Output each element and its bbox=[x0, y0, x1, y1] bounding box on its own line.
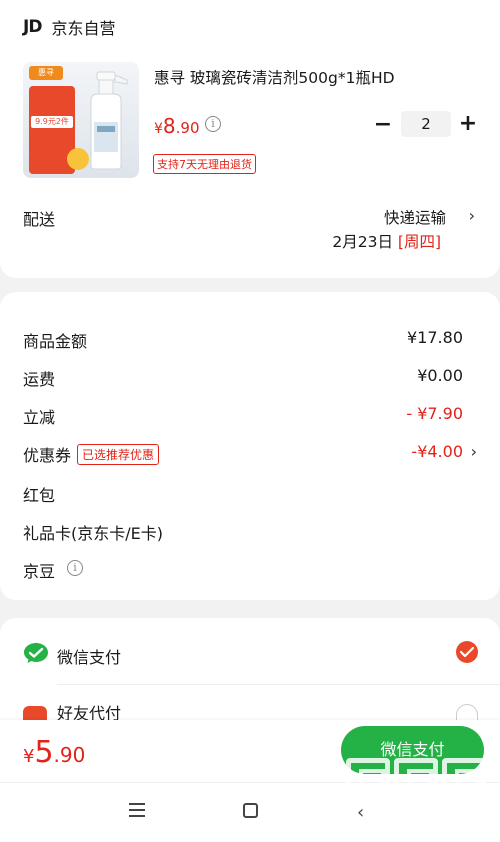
brand-logo: 惠寻 bbox=[29, 66, 63, 80]
product-card: JD 京东自营 惠寻 9.9元2件 惠寻 玻璃瓷砖清洁剂500g*1瓶HD ¥8… bbox=[0, 0, 500, 278]
summary-label-coupon: 优惠券 bbox=[23, 446, 72, 465]
order-total: ¥5.90 bbox=[23, 735, 86, 770]
summary-label-freight: 运费 bbox=[23, 370, 56, 389]
product-title[interactable]: 惠寻 玻璃瓷砖清洁剂500g*1瓶HD bbox=[154, 66, 395, 88]
quantity-increase-button[interactable]: + bbox=[458, 111, 478, 136]
payment-divider bbox=[57, 684, 500, 685]
summary-value-discount: - ¥7.90 bbox=[406, 404, 463, 423]
coupon-badge: 已选推荐优惠 bbox=[77, 444, 160, 465]
spray-bottle-image bbox=[90, 71, 128, 170]
jd-logo: JD bbox=[23, 17, 42, 37]
price-info-icon[interactable]: i bbox=[205, 116, 221, 132]
summary-label-redpacket[interactable]: 红包 bbox=[23, 482, 55, 506]
watermark: zhizhizhi.com bbox=[346, 758, 496, 830]
summary-value-freight: ¥0.00 bbox=[417, 366, 463, 385]
wechat-pay-icon bbox=[24, 643, 48, 663]
menu-icon[interactable] bbox=[129, 803, 145, 817]
promo-text: 9.9元2件 bbox=[31, 116, 73, 128]
summary-label-goods: 商品金额 bbox=[23, 332, 88, 351]
quantity-decrease-button[interactable]: − bbox=[373, 112, 393, 137]
shipping-chevron-icon[interactable]: › bbox=[469, 206, 475, 225]
product-thumbnail[interactable]: 惠寻 9.9元2件 bbox=[23, 62, 139, 178]
payment-option-friend[interactable]: 好友代付 bbox=[57, 700, 121, 720]
wechat-selected-check-icon[interactable] bbox=[456, 641, 478, 663]
shop-header[interactable]: JD 京东自营 bbox=[23, 15, 115, 39]
friend-pay-icon bbox=[23, 706, 47, 720]
summary-value-goods: ¥17.80 bbox=[407, 328, 463, 347]
payment-option-wechat[interactable]: 微信支付 bbox=[57, 644, 121, 668]
watermark-text: zhizhizhi.com bbox=[348, 814, 456, 830]
lemon-image bbox=[67, 148, 89, 170]
summary-label-giftcard[interactable]: 礼品卡(京东卡/E卡) bbox=[23, 520, 163, 544]
shipping-label: 配送 bbox=[23, 210, 56, 229]
home-icon[interactable] bbox=[243, 803, 258, 818]
jingdou-info-icon[interactable]: i bbox=[67, 560, 83, 576]
summary-value-coupon[interactable]: -¥4.00 bbox=[411, 442, 463, 461]
product-price: ¥8.90 bbox=[154, 114, 200, 138]
quantity-input[interactable]: 2 bbox=[401, 111, 451, 137]
summary-label-discount: 立减 bbox=[23, 408, 56, 427]
shop-name: 京东自营 bbox=[51, 19, 116, 38]
return-policy-badge: 支持7天无理由退货 bbox=[153, 154, 256, 174]
friend-pay-radio[interactable] bbox=[456, 704, 478, 720]
delivery-date[interactable]: 2月23日 [周四] bbox=[332, 230, 441, 252]
summary-label-jingdou[interactable]: 京豆 bbox=[23, 558, 55, 582]
shipping-method[interactable]: 快递运输 bbox=[384, 206, 446, 228]
coupon-chevron-icon[interactable]: › bbox=[471, 442, 477, 461]
coupon-row[interactable]: 优惠券 已选推荐优惠 bbox=[23, 442, 160, 466]
